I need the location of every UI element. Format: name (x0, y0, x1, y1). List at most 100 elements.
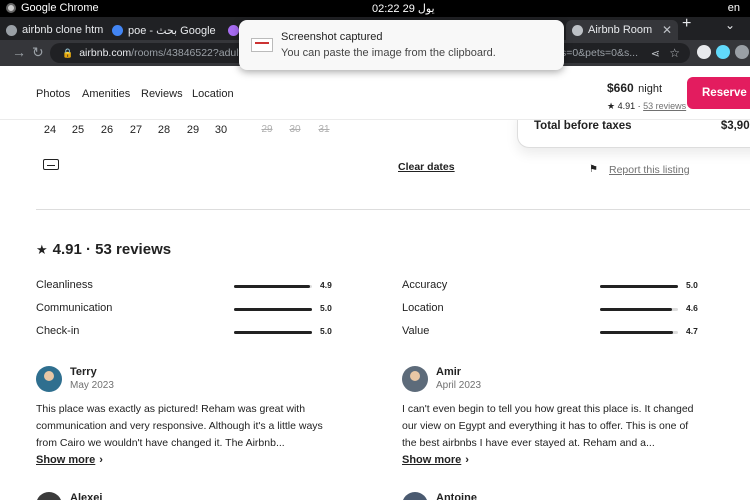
category-name: Location (402, 302, 444, 314)
category-name: Cleanliness (36, 279, 93, 291)
section-divider (36, 209, 750, 210)
reviewer-name: Antoine (436, 492, 477, 500)
avatar[interactable] (402, 492, 428, 500)
category-score: 5.0 (686, 280, 698, 290)
tab-title: airbnb clone htm (22, 24, 104, 36)
rating-category: Communication 5.0 (36, 302, 346, 316)
total-label: Total before taxes (534, 120, 632, 132)
calendar-day[interactable]: 26 (95, 124, 119, 136)
rating-category: Cleanliness 4.9 (36, 279, 346, 293)
screenshot-thumbnail-icon (251, 38, 273, 52)
review-date: May 2023 (70, 380, 114, 391)
extension-pen-icon[interactable] (697, 45, 711, 59)
category-score: 4.6 (686, 303, 698, 313)
tab-poe[interactable] (222, 20, 240, 40)
clock[interactable]: 02:22 29 يول (372, 2, 435, 15)
close-tab-icon[interactable]: ✕ (662, 23, 672, 37)
calendar-day-unavailable: 31 (318, 124, 330, 135)
nightly-price: $660 (607, 81, 634, 95)
category-bar (600, 285, 678, 288)
nav-location[interactable]: Location (192, 88, 234, 100)
category-bar (600, 331, 678, 334)
category-bar-fill (234, 308, 312, 311)
page-content: Photos Amenities Reviews Location $660 n… (0, 66, 750, 500)
chrome-icon (6, 3, 16, 13)
report-listing-link[interactable]: Report this listing (609, 164, 690, 176)
calendar-day[interactable]: 25 (66, 124, 90, 136)
notification-title: Screenshot captured (281, 31, 383, 43)
new-tab-button[interactable]: + (682, 15, 691, 33)
nav-amenities[interactable]: Amenities (82, 88, 130, 100)
url-host: airbnb.com (79, 47, 132, 59)
show-more-label: Show more (36, 454, 96, 466)
bookmark-star-icon[interactable]: ☆ (669, 46, 680, 60)
reviews-heading-text: 4.91 · 53 reviews (52, 241, 172, 258)
avatar[interactable] (36, 492, 62, 500)
keyboard-shortcuts-icon[interactable] (43, 159, 59, 170)
category-bar-fill (234, 331, 312, 334)
reserve-button[interactable]: Reserve (687, 77, 750, 109)
rating-category: Location 4.6 (402, 302, 712, 316)
chevron-right-icon: › (465, 454, 469, 466)
category-bar-fill (600, 331, 674, 334)
screenshot-notification[interactable]: Screenshot captured You can paste the im… (239, 20, 564, 70)
reviewer-name: Alexei (70, 492, 103, 500)
listing-nav: Photos Amenities Reviews Location $660 n… (0, 66, 750, 120)
calendar-day[interactable]: 24 (38, 124, 62, 136)
active-app[interactable]: Google Chrome (6, 2, 99, 14)
clear-dates-button[interactable]: Clear dates (398, 161, 455, 173)
tab-title: Airbnb Room (588, 24, 653, 36)
review-text: I can't even begin to tell you how great… (402, 403, 694, 449)
reload-icon[interactable]: ↻ (32, 44, 44, 61)
avatar[interactable] (402, 366, 428, 392)
price-unit: night (638, 83, 663, 95)
nav-photos[interactable]: Photos (36, 88, 70, 100)
category-bar-fill (600, 308, 672, 311)
reviewer-name: Terry (70, 366, 97, 378)
forward-arrow-icon[interactable]: → (12, 44, 26, 60)
globe-icon (572, 24, 583, 36)
reviewer-name: Amir (436, 366, 462, 378)
show-more-label: Show more (402, 454, 462, 466)
calendar-day[interactable]: 29 (181, 124, 205, 136)
site-info-icon[interactable]: 🔒 (62, 48, 73, 59)
star-icon: ★ (36, 241, 48, 257)
rating-value: 4.91 (617, 101, 636, 111)
app-name: Google Chrome (21, 2, 99, 14)
flag-icon: ⚑ (589, 164, 598, 175)
tab-search-button[interactable]: ⌄ (725, 18, 735, 32)
category-bar (234, 285, 312, 288)
os-top-bar: Google Chrome 02:22 29 يول en (0, 0, 750, 17)
show-more-button[interactable]: Show more › (36, 454, 103, 466)
star-icon: ★ (607, 101, 616, 111)
category-bar-fill (234, 285, 311, 288)
share-icon[interactable]: ⋖ (651, 47, 660, 60)
review-text: This place was exactly as pictured! Reha… (36, 403, 323, 449)
reviews-link[interactable]: 53 reviews (643, 101, 686, 111)
review-date: April 2023 (436, 380, 482, 391)
calendar-day[interactable]: 30 (209, 124, 233, 136)
nav-price-summary: $660 night ★ 4.91 · 53 reviews (607, 79, 686, 112)
tab-poe-search[interactable]: poe - بحث Google ✕ (106, 20, 220, 40)
show-more-button[interactable]: Show more › (402, 454, 469, 466)
nav-rating: ★ 4.91 · 53 reviews (607, 101, 687, 111)
total-value: $3,907 (720, 120, 750, 132)
category-bar (234, 331, 312, 334)
calendar-day-unavailable: 29 (261, 124, 273, 135)
language-indicator[interactable]: en (728, 2, 740, 14)
react-devtools-icon[interactable] (716, 45, 730, 59)
extensions-icon[interactable] (735, 45, 749, 59)
nav-reviews[interactable]: Reviews (141, 88, 183, 100)
tab-airbnb-clone[interactable]: airbnb clone htm ✕ (0, 20, 104, 40)
category-score: 4.9 (320, 280, 332, 290)
rating-category: Accuracy 5.0 (402, 279, 712, 293)
rating-category: Check-in 5.0 (36, 325, 346, 339)
avatar[interactable] (36, 366, 62, 392)
rating-category: Value 4.7 (402, 325, 712, 339)
calendar-day[interactable]: 27 (124, 124, 148, 136)
calendar-day[interactable]: 28 (152, 124, 176, 136)
category-score: 5.0 (320, 303, 332, 313)
tab-airbnb-room[interactable]: Airbnb Room ✕ (566, 20, 678, 40)
url-tail: lts=0&pets=0&s... (555, 47, 638, 59)
google-icon (112, 24, 123, 36)
